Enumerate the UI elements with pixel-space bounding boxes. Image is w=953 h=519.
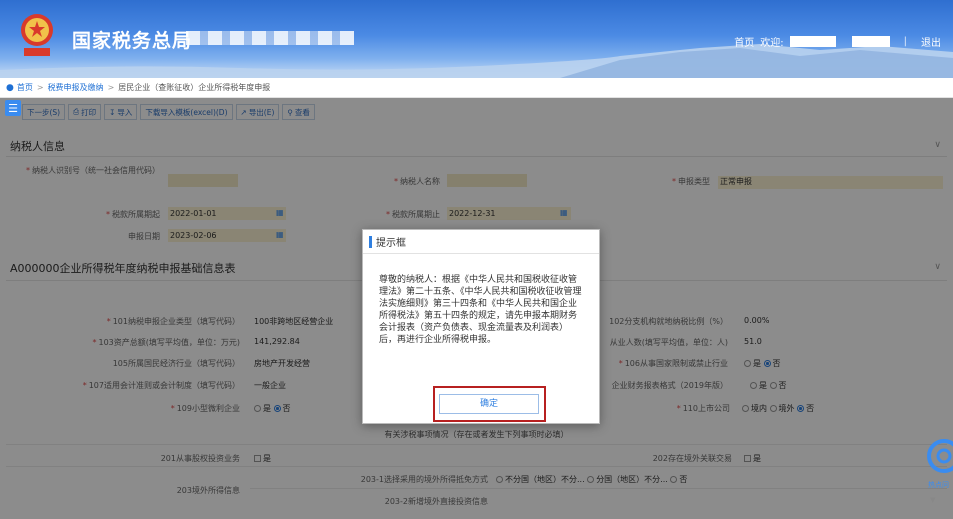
header-nav: 首页 欢迎: | 退出	[734, 34, 941, 49]
hot-questions-label: 热点问	[928, 481, 949, 489]
site-header: 国家税务总局 首页 欢迎: | 退出	[0, 0, 953, 78]
breadcrumb: ● 首页 > 税费申报及缴纳 > 居民企业（查账征收）企业所得税年度申报	[0, 78, 953, 98]
national-emblem-icon	[18, 12, 56, 58]
company-redacted	[851, 36, 890, 47]
dialog-title-accent	[369, 235, 372, 248]
dialog-message: 尊敬的纳税人：根据《中华人民共和国税收征收管理法》第二十五条、《中华人民共和国税…	[379, 275, 582, 345]
prompt-dialog: 提示框 尊敬的纳税人：根据《中华人民共和国税收征收管理法》第二十五条、《中华人民…	[362, 229, 600, 424]
brand-region-redacted	[186, 31, 354, 45]
logout-link[interactable]: 退出	[921, 34, 941, 49]
breadcrumb-current: 居民企业（查账征收）企业所得税年度申报	[118, 83, 271, 92]
breadcrumb-tax-declare[interactable]: 税费申报及缴纳	[48, 82, 104, 93]
welcome-text: 欢迎:	[760, 38, 784, 49]
username-redacted	[789, 36, 836, 47]
menu-toggle-icon[interactable]: ☰	[5, 100, 21, 116]
breadcrumb-home[interactable]: 首页	[17, 82, 33, 93]
home-link[interactable]: 首页	[734, 34, 754, 49]
site-brand-title: 国家税务总局	[72, 30, 193, 52]
dialog-title: 提示框	[376, 238, 406, 249]
hot-questions-widget[interactable]: 热点问	[924, 436, 953, 494]
breadcrumb-separator: >	[107, 83, 115, 92]
confirm-button[interactable]: 确定	[439, 394, 539, 414]
location-pin-icon: ●	[6, 82, 14, 93]
nav-divider: |	[903, 36, 907, 47]
chat-bubble-icon	[927, 439, 953, 473]
scroll-down-icon[interactable]: ▼	[930, 496, 935, 504]
dialog-header: 提示框	[363, 230, 599, 254]
breadcrumb-separator: >	[36, 83, 44, 92]
